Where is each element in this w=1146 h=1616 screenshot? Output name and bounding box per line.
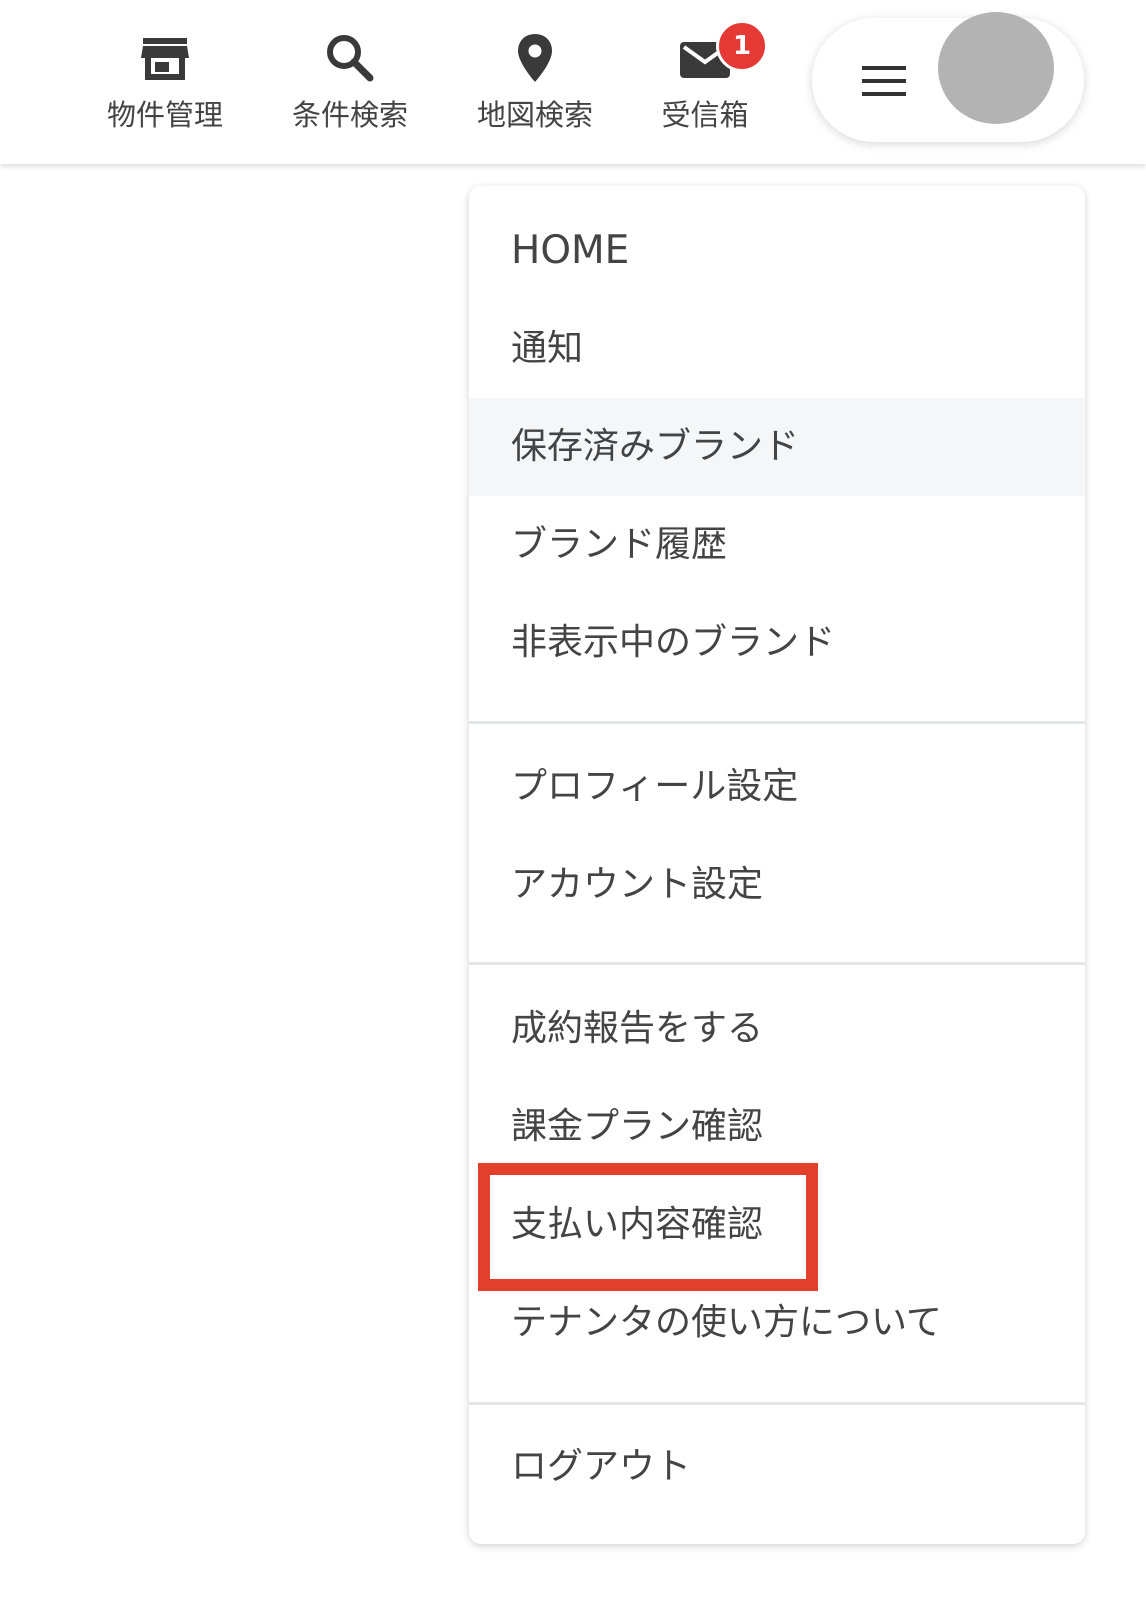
search-icon (322, 30, 378, 86)
nav-item-property-management[interactable]: 物件管理 (90, 30, 240, 140)
menu-divider (469, 1402, 1085, 1405)
nav-item-map-search[interactable]: 地図検索 (460, 30, 610, 140)
avatar (938, 12, 1054, 124)
menu-item-logout[interactable]: ログアウト (469, 1418, 1085, 1516)
nav-item-label: 物件管理 (106, 98, 223, 132)
nav-item-label: 受信箱 (661, 98, 749, 132)
storefront-icon (137, 30, 193, 86)
menu-item-home[interactable]: HOME (469, 202, 1085, 300)
menu-item-report-contract[interactable]: 成約報告をする (469, 980, 1085, 1078)
menu-item-brand-history[interactable]: ブランド履歴 (469, 496, 1085, 594)
menu-item-profile-settings[interactable]: プロフィール設定 (469, 738, 1085, 836)
menu-item-account-settings[interactable]: アカウント設定 (469, 836, 1085, 934)
nav-item-label: 条件検索 (291, 98, 408, 132)
menu-item-notifications[interactable]: 通知 (469, 300, 1085, 398)
user-menu-button[interactable] (812, 12, 1084, 142)
menu-item-hidden-brands[interactable]: 非表示中のブランド (469, 594, 1085, 692)
menu-item-saved-brands[interactable]: 保存済みブランド (469, 398, 1085, 496)
menu-item-how-to-use[interactable]: テナンタの使い方について (469, 1274, 1085, 1372)
menu-item-billing-plan[interactable]: 課金プラン確認 (469, 1078, 1085, 1176)
nav-item-condition-search[interactable]: 条件検索 (275, 30, 425, 140)
menu-divider (469, 962, 1085, 965)
hamburger-icon (860, 64, 908, 98)
dropdown-menu: HOME 通知 保存済みブランド ブランド履歴 非表示中のブランド プロフィール… (469, 186, 1085, 1544)
nav-item-label: 地図検索 (476, 98, 593, 132)
location-pin-icon (507, 30, 563, 86)
top-navigation-bar: 物件管理 条件検索 地図検索 1 受信箱 (0, 0, 1146, 164)
menu-item-payment-details[interactable]: 支払い内容確認 (469, 1176, 1085, 1274)
nav-item-inbox[interactable]: 1 受信箱 (630, 20, 780, 140)
menu-divider (469, 721, 1085, 724)
unread-badge: 1 (716, 20, 768, 72)
